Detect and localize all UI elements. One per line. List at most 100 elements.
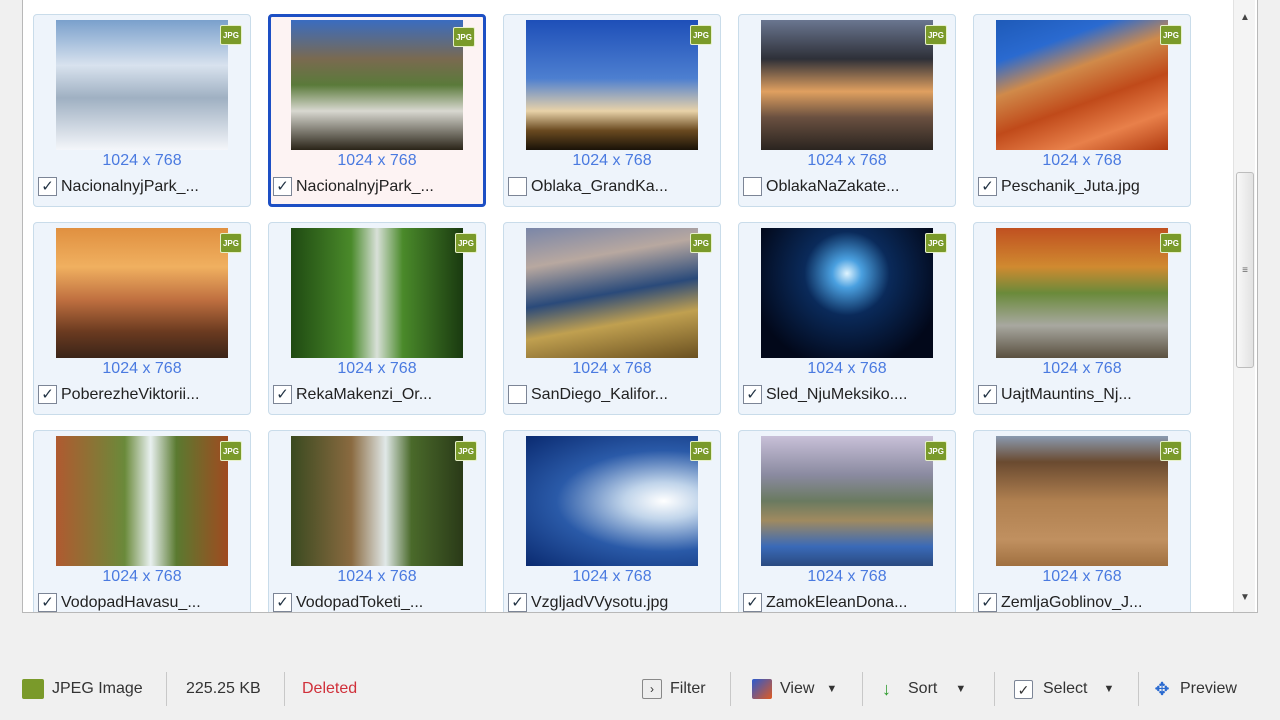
image-thumbnail[interactable] [526, 20, 698, 150]
scroll-down-arrow-icon[interactable]: ▼ [1234, 592, 1256, 603]
image-thumbnail[interactable] [56, 228, 228, 358]
select-dropdown-icon[interactable]: ▼ [1103, 683, 1114, 695]
view-button[interactable]: View ▼ [752, 678, 837, 700]
jpg-badge-icon: JPG [690, 25, 712, 45]
select-checkbox[interactable]: ✓ [38, 385, 57, 404]
thumbnail-card[interactable]: JPG 1024 x 768 ✓ ZemljaGoblinov_J... [973, 430, 1191, 612]
thumbnail-card[interactable]: JPG 1024 x 768 ✓ RekaMakenzi_Or... [268, 222, 486, 415]
image-thumbnail[interactable] [56, 20, 228, 150]
image-dimensions: 1024 x 768 [337, 152, 417, 169]
image-thumbnail[interactable] [526, 228, 698, 358]
sort-dropdown-icon[interactable]: ▼ [955, 683, 966, 695]
image-dimensions: 1024 x 768 [572, 568, 652, 585]
file-name: PoberezheViktorii... [61, 385, 200, 403]
view-dropdown-icon[interactable]: ▼ [826, 683, 837, 695]
file-type: JPEG Image [22, 678, 143, 700]
filter-chevron-icon: › [642, 679, 662, 699]
image-thumbnail[interactable] [291, 20, 463, 150]
file-name: VzgljadVVysotu.jpg [531, 593, 669, 611]
image-thumbnail[interactable] [761, 228, 933, 358]
thumbnail-card[interactable]: JPG 1024 x 768 ✓ PoberezheViktorii... [33, 222, 251, 415]
image-dimensions: 1024 x 768 [572, 360, 652, 377]
image-thumbnail[interactable] [291, 436, 463, 566]
image-thumbnail[interactable] [761, 20, 933, 150]
image-dimensions: 1024 x 768 [807, 568, 887, 585]
image-dimensions: 1024 x 768 [1042, 152, 1122, 169]
select-checkbox[interactable]: ✓ [273, 177, 292, 196]
thumbnail-card[interactable]: JPG 1024 x 768 ✓ UajtMauntins_Nj... [973, 222, 1191, 415]
select-checkbox[interactable]: ✓ [978, 385, 997, 404]
select-label: Select [1043, 680, 1088, 697]
thumbnail-card[interactable]: JPG 1024 x 768 OblakaNaZakate... [738, 14, 956, 207]
file-thumbnail-panel: JPG 1024 x 768 ✓ NacionalnyjPark_... JPG … [22, 0, 1258, 613]
sort-az-icon: ↓ [882, 679, 891, 699]
file-name: Sled_NjuMeksiko.... [766, 385, 908, 403]
file-name: OblakaNaZakate... [766, 177, 900, 195]
filter-button[interactable]: › Filter [642, 678, 706, 700]
preview-move-icon: ✥ [1154, 679, 1170, 699]
select-checkbox[interactable]: ✓ [273, 385, 292, 404]
thumbnail-card[interactable]: JPG 1024 x 768 ✓ NacionalnyjPark_... [268, 14, 486, 207]
file-name: VodopadToketi_... [296, 593, 424, 611]
image-thumbnail[interactable] [996, 20, 1168, 150]
image-dimensions: 1024 x 768 [572, 152, 652, 169]
jpeg-file-icon [22, 679, 44, 699]
jpg-badge-icon: JPG [690, 233, 712, 253]
file-name: NacionalnyjPark_... [61, 177, 199, 195]
view-label: View [780, 680, 815, 697]
select-checkbox[interactable] [508, 177, 527, 196]
image-dimensions: 1024 x 768 [807, 152, 887, 169]
image-thumbnail[interactable] [761, 436, 933, 566]
image-dimensions: 1024 x 768 [337, 568, 417, 585]
select-checkbox-icon: ✓ [1014, 679, 1033, 699]
jpg-badge-icon: JPG [1160, 441, 1182, 461]
image-thumbnail[interactable] [56, 436, 228, 566]
thumbnail-card[interactable]: JPG 1024 x 768 ✓ NacionalnyjPark_... [33, 14, 251, 207]
scroll-up-arrow-icon[interactable]: ▲ [1234, 12, 1256, 23]
scrollbar-thumb[interactable]: ≡ [1236, 172, 1254, 368]
thumbnail-card[interactable]: JPG 1024 x 768 ✓ ZamokEleanDona... [738, 430, 956, 612]
thumbnail-card[interactable]: JPG 1024 x 768 ✓ VodopadHavasu_... [33, 430, 251, 612]
preview-button[interactable]: ✥ Preview [1152, 678, 1236, 700]
select-checkbox[interactable]: ✓ [508, 593, 527, 612]
sort-button[interactable]: ↓ Sort ▼ [882, 678, 966, 700]
thumbnail-card[interactable]: JPG 1024 x 768 SanDiego_Kalifor... [503, 222, 721, 415]
image-thumbnail[interactable] [996, 436, 1168, 566]
thumbnail-card[interactable]: JPG 1024 x 768 ✓ Peschanik_Juta.jpg [973, 14, 1191, 207]
select-checkbox[interactable]: ✓ [38, 177, 57, 196]
select-checkbox[interactable]: ✓ [978, 593, 997, 612]
select-checkbox[interactable] [508, 385, 527, 404]
file-name: ZamokEleanDona... [766, 593, 908, 611]
jpg-badge-icon: JPG [220, 441, 242, 461]
sort-label: Sort [908, 680, 938, 697]
select-checkbox[interactable] [743, 177, 762, 196]
view-icon [752, 679, 772, 699]
jpg-badge-icon: JPG [453, 27, 475, 47]
jpg-badge-icon: JPG [925, 441, 947, 461]
file-size: 225.25 KB [186, 680, 261, 697]
select-checkbox[interactable]: ✓ [743, 593, 762, 612]
image-thumbnail[interactable] [996, 228, 1168, 358]
select-checkbox[interactable]: ✓ [978, 177, 997, 196]
jpg-badge-icon: JPG [1160, 25, 1182, 45]
thumbnail-card[interactable]: JPG 1024 x 768 Oblaka_GrandKa... [503, 14, 721, 207]
jpg-badge-icon: JPG [925, 25, 947, 45]
vertical-scrollbar[interactable]: ▲ ≡ ▼ [1233, 0, 1255, 612]
file-name: RekaMakenzi_Or... [296, 385, 433, 403]
thumbnail-card[interactable]: JPG 1024 x 768 ✓ VzgljadVVysotu.jpg [503, 430, 721, 612]
select-checkbox[interactable]: ✓ [38, 593, 57, 612]
image-dimensions: 1024 x 768 [102, 568, 182, 585]
thumbnail-card[interactable]: JPG 1024 x 768 ✓ VodopadToketi_... [268, 430, 486, 612]
select-checkbox[interactable]: ✓ [273, 593, 292, 612]
image-thumbnail[interactable] [291, 228, 463, 358]
select-checkbox[interactable]: ✓ [743, 385, 762, 404]
thumbnail-card[interactable]: JPG 1024 x 768 ✓ Sled_NjuMeksiko.... [738, 222, 956, 415]
jpg-badge-icon: JPG [220, 233, 242, 253]
file-name: Peschanik_Juta.jpg [1001, 177, 1140, 195]
select-button[interactable]: ✓ Select ▼ [1014, 678, 1114, 700]
file-name: Oblaka_GrandKa... [531, 177, 668, 195]
jpg-badge-icon: JPG [455, 233, 477, 253]
jpg-badge-icon: JPG [925, 233, 947, 253]
file-type-label: JPEG Image [52, 680, 143, 697]
image-thumbnail[interactable] [526, 436, 698, 566]
